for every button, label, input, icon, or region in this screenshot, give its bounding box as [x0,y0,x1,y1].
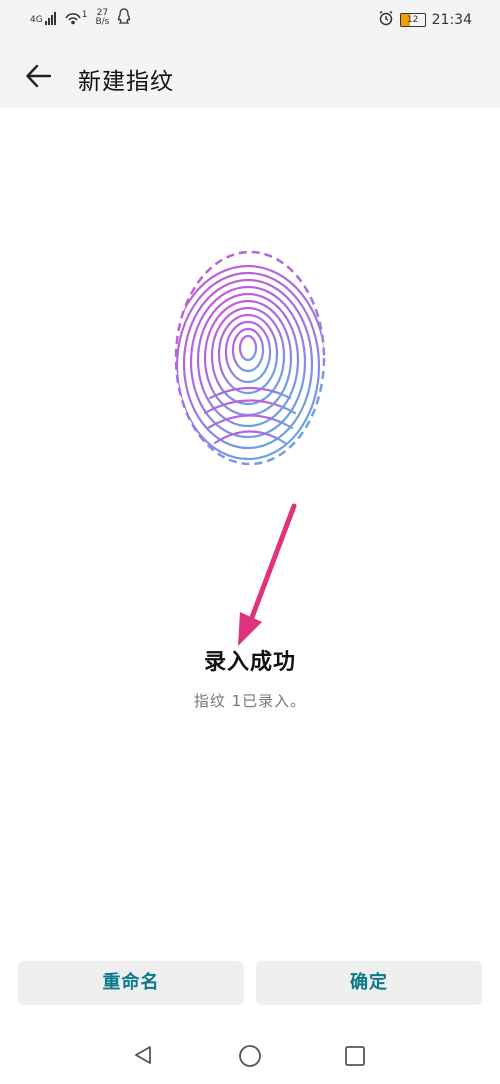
battery-icon: 12 [399,13,426,27]
app-bar: 新建指纹 [0,44,500,108]
rename-button[interactable]: 重命名 [18,961,244,1005]
alarm-icon [378,10,394,30]
annotation-arrow [230,500,310,654]
network-type: 4G [30,15,43,25]
qq-icon [117,8,131,28]
battery-level: 12 [406,15,419,25]
arrow-left-icon [26,64,52,88]
navigation-bar [0,1030,500,1084]
signal-icon: 4G [30,11,56,25]
result-title: 录入成功 [203,650,296,675]
result-subtitle: 指纹 1已录入。 [193,692,307,710]
status-right: 12 21:34 [378,10,472,30]
data-rate: 27 B/s [95,9,109,27]
back-button[interactable] [24,60,56,92]
fingerprint-image [170,248,330,472]
circle-home-icon[interactable] [238,1044,262,1072]
wifi-icon: 1 [64,10,88,26]
status-left: 4G 1 27 B/s [30,8,131,28]
clock: 21:34 [431,12,472,28]
data-rate-unit: B/s [95,17,110,27]
page-title: 新建指纹 [78,69,174,95]
status-bar: 4G 1 27 B/s 12 21:34 [0,0,500,44]
wifi-index: 1 [81,10,88,20]
triangle-back-icon[interactable] [132,1044,154,1070]
square-recent-icon[interactable] [344,1045,366,1071]
confirm-button[interactable]: 确定 [256,961,482,1005]
